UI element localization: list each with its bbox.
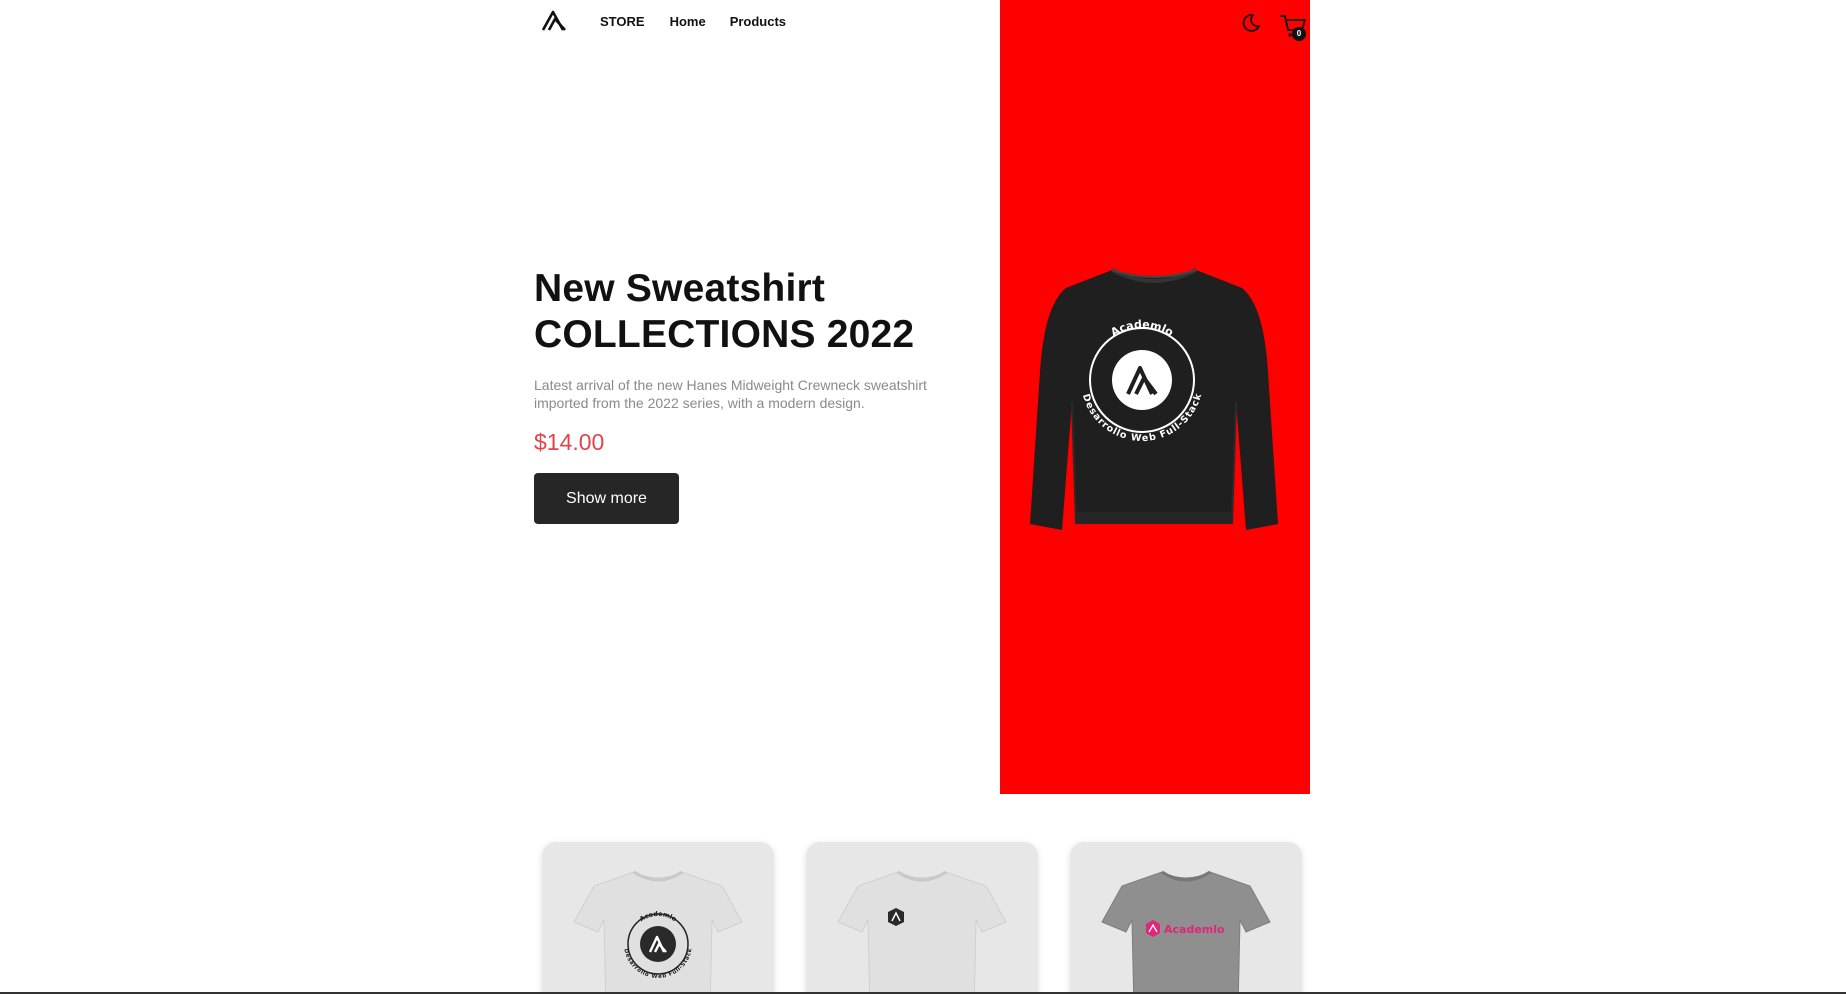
nav-products-link[interactable]: Products	[730, 15, 786, 29]
hero-price: $14.00	[534, 429, 605, 455]
nav-store-link[interactable]: STORE	[600, 15, 645, 29]
tshirt-image: Academlo	[1101, 870, 1271, 994]
tshirt-image	[837, 870, 1007, 994]
tshirt-image: Academlo Desarrollo Web Full-Stack	[573, 870, 743, 994]
show-more-button[interactable]: Show more	[534, 473, 679, 524]
product-grid: Academlo Desarrollo Web Full-Stack Acade…	[542, 842, 1302, 994]
product-card[interactable]: Academlo Desarrollo Web Full-Stack	[542, 842, 774, 994]
card-wordmark-text: Academlo	[1164, 923, 1225, 936]
sweatshirt-image: Academlo Desarrollo Web Full-Stack	[1030, 268, 1278, 530]
hero-content: New Sweatshirt COLLECTIONS 2022 Latest a…	[534, 266, 964, 524]
cart-count-badge: 0	[1292, 27, 1306, 41]
hero-title-line1: New Sweatshirt	[534, 267, 826, 310]
moon-icon[interactable]	[1240, 12, 1262, 34]
nav-home-link[interactable]: Home	[670, 15, 706, 29]
hero-title-line2: COLLECTIONS 2022	[534, 313, 915, 356]
academlo-logo-icon[interactable]	[541, 10, 569, 32]
hero-title: New Sweatshirt COLLECTIONS 2022	[534, 266, 964, 358]
store-page: STORE Home Products New Sweatshirt COLLE…	[0, 0, 1846, 994]
product-card[interactable]	[806, 842, 1038, 994]
main-nav: STORE Home Products	[600, 15, 811, 29]
hero-image-panel: Academlo Desarrollo Web Full-Stack	[1000, 0, 1310, 794]
product-card[interactable]: Academlo	[1070, 842, 1302, 994]
hero-description: Latest arrival of the new Hanes Midweigh…	[534, 377, 927, 411]
